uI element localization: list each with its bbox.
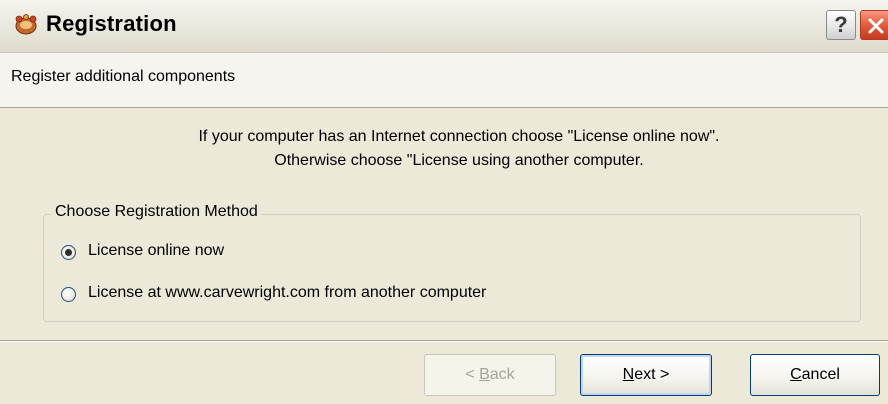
title-bar[interactable]: Registration ? [0, 0, 888, 53]
registration-dialog: Registration ? Register additional compo… [0, 0, 888, 404]
cancel-mnemonic: C [790, 366, 802, 383]
instruction-line-2: Otherwise choose "License using another … [274, 152, 644, 169]
page-subtitle: Register additional components [11, 68, 236, 85]
back-rest: ack [489, 366, 515, 383]
next-button[interactable]: Next > [580, 354, 712, 396]
back-prefix: < [465, 366, 480, 383]
next-rest: ext > [634, 366, 670, 383]
instruction-line-1: If your computer has an Internet connect… [198, 128, 720, 145]
radio-selected[interactable] [61, 245, 76, 260]
registration-method-group [43, 214, 861, 322]
option-label[interactable]: License online now [88, 242, 224, 260]
back-button[interactable]: < Back [424, 354, 556, 396]
app-icon [15, 14, 37, 35]
divider [0, 340, 888, 342]
radio-unselected[interactable] [61, 287, 76, 302]
cancel-button[interactable]: Cancel [750, 354, 880, 396]
close-button[interactable] [860, 10, 888, 40]
next-mnemonic: N [622, 366, 635, 383]
help-button[interactable]: ? [826, 10, 856, 40]
cancel-rest: ancel [801, 366, 840, 383]
option-label[interactable]: License at www.carvewright.com from anot… [88, 284, 486, 302]
back-mnemonic: B [479, 366, 490, 383]
group-legend: Choose Registration Method [51, 203, 262, 221]
close-icon [868, 18, 884, 34]
window-title: Registration [46, 11, 177, 36]
